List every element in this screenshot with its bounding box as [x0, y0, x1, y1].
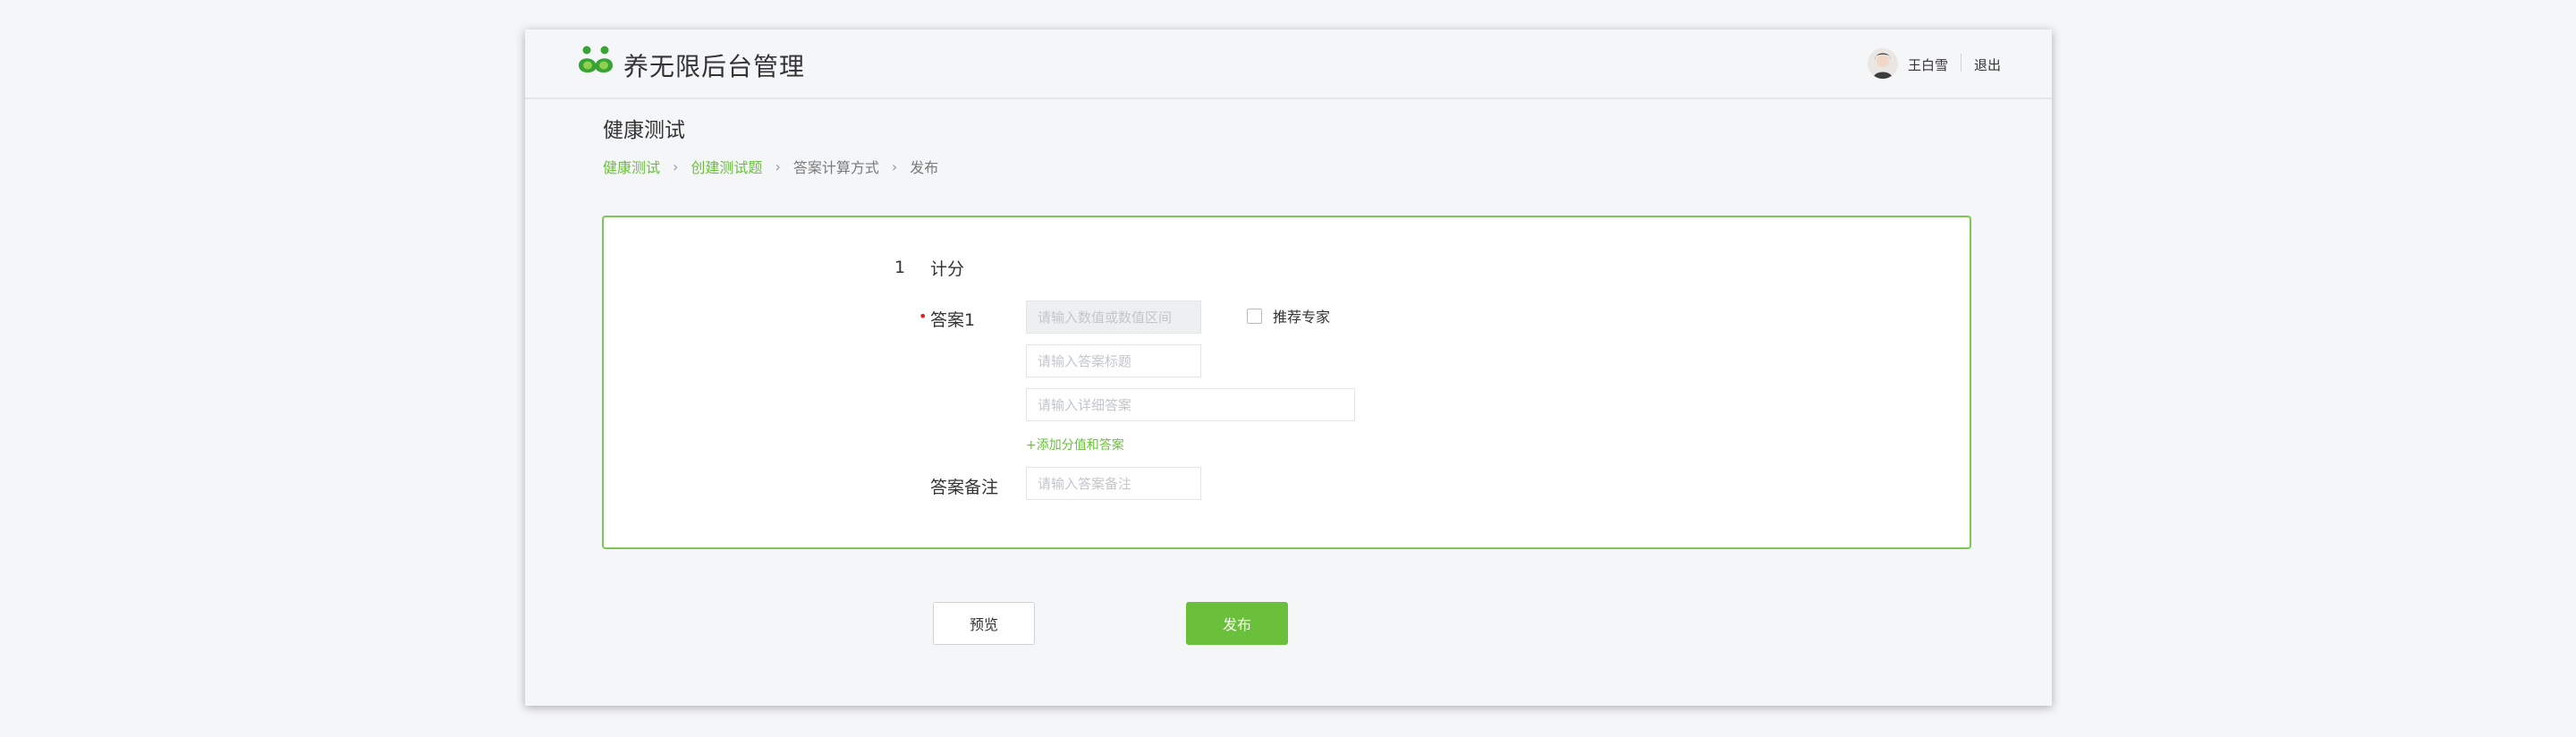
- user-name: 王白雪: [1908, 57, 1949, 73]
- answer-note-label: 答案备注: [930, 478, 999, 497]
- recommend-expert-label: 推荐专家: [1273, 309, 1331, 326]
- preview-button[interactable]: 预览: [933, 602, 1035, 645]
- add-score-answer-link[interactable]: +添加分值和答案: [1026, 436, 1124, 453]
- checkbox-icon[interactable]: [1247, 308, 1262, 324]
- score-range-input[interactable]: [1026, 301, 1201, 334]
- breadcrumb-item-scoring-method: 答案计算方式: [792, 159, 879, 176]
- recommend-expert-checkbox[interactable]: 推荐专家: [1247, 305, 1330, 326]
- answer-title-input[interactable]: [1026, 344, 1201, 377]
- top-header: 养无限后台管理 王白雪 退出: [525, 30, 2052, 99]
- twin-sprout-logo-icon: [579, 46, 613, 73]
- answer-detail-input[interactable]: [1026, 388, 1355, 421]
- header-divider: [1961, 54, 1962, 72]
- app-window: 养无限后台管理 王白雪 退出 健康测试 健康测试 › 创建测试题 › 答案计算方…: [525, 30, 2052, 706]
- breadcrumb: 健康测试 › 创建测试题 › 答案计算方式 › 发布: [603, 156, 938, 177]
- chevron-right-icon: ›: [891, 157, 898, 175]
- answer-label: 答案1: [930, 310, 976, 330]
- breadcrumb-item-health-test[interactable]: 健康测试: [603, 156, 660, 177]
- scoring-form-panel: 1 计分 • 答案1 推荐专家 +添加分值和答案 答案备注: [602, 216, 1971, 549]
- logout-link[interactable]: 退出: [1974, 55, 2001, 74]
- required-marker: •: [919, 308, 928, 325]
- question-number: 1: [894, 258, 906, 277]
- breadcrumb-item-publish: 发布: [910, 159, 939, 176]
- chevron-right-icon: ›: [673, 157, 679, 175]
- user-avatar[interactable]: [1868, 48, 1898, 79]
- publish-button[interactable]: 发布: [1186, 602, 1288, 645]
- breadcrumb-item-create-question[interactable]: 创建测试题: [691, 156, 762, 177]
- chevron-right-icon: ›: [775, 157, 781, 175]
- question-title: 计分: [930, 259, 965, 279]
- page-title: 健康测试: [603, 119, 685, 142]
- answer-note-input[interactable]: [1026, 467, 1201, 500]
- app-title: 养无限后台管理: [623, 52, 806, 81]
